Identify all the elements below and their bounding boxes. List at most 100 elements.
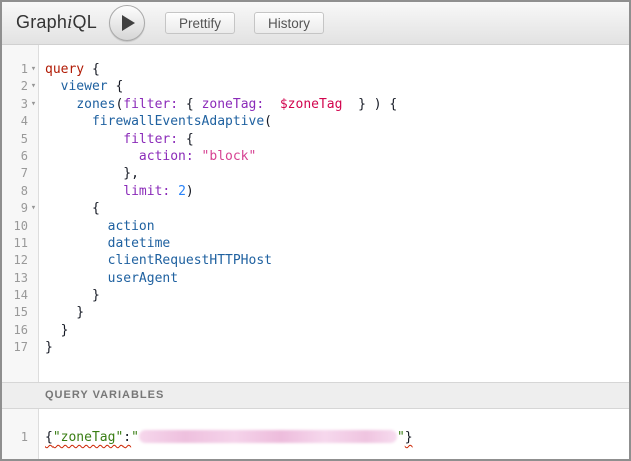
- code-line: 10 action: [2, 218, 629, 235]
- fold-gutter-empty: [28, 183, 39, 200]
- token-prop: viewer: [61, 79, 108, 94]
- code-text: limit: 2): [45, 183, 194, 200]
- code-line: 3▾ zones(filter: { zoneTag: $zoneTag } )…: [2, 96, 629, 113]
- fold-arrow-icon[interactable]: ▾: [28, 61, 39, 78]
- token-p: [45, 149, 139, 164]
- app-logo: GraphiQL: [16, 12, 97, 34]
- code-line: 17}: [2, 339, 629, 356]
- line-number: 9: [2, 200, 28, 217]
- token-p: }: [45, 323, 68, 338]
- variables-editor[interactable]: 1{"zoneTag":""}: [2, 409, 629, 459]
- token-p: [264, 97, 280, 112]
- logo-text-post: QL: [73, 12, 97, 32]
- code-line: 8 limit: 2): [2, 183, 629, 200]
- token-attr: action:: [139, 149, 194, 164]
- code-line: 16 }: [2, 322, 629, 339]
- fold-gutter-empty: [28, 270, 39, 287]
- query-code: 1▾query {2▾ viewer {3▾ zones(filter: { z…: [2, 61, 629, 357]
- token-p: :: [123, 430, 131, 445]
- token-str: "block": [202, 149, 257, 164]
- code-text: zones(filter: { zoneTag: $zoneTag } ) {: [45, 96, 397, 113]
- token-key: ": [131, 430, 139, 445]
- token-p: {: [45, 201, 100, 216]
- line-number: 12: [2, 252, 28, 269]
- token-p: [45, 97, 76, 112]
- line-number: 16: [2, 322, 28, 339]
- line-number: 8: [2, 183, 28, 200]
- code-line: 5 filter: {: [2, 131, 629, 148]
- code-text: firewallEventsAdaptive(: [45, 113, 272, 130]
- toolbar: GraphiQL Prettify History: [2, 2, 629, 45]
- line-number: 17: [2, 339, 28, 356]
- fold-gutter-empty: [28, 218, 39, 235]
- fold-gutter-empty: [28, 131, 39, 148]
- token-p: }: [405, 430, 413, 445]
- line-number: 3: [2, 96, 28, 113]
- history-button[interactable]: History: [254, 12, 324, 34]
- fold-gutter-empty: [28, 287, 39, 304]
- code-line: 12 clientRequestHTTPHost: [2, 252, 629, 269]
- token-num: 2: [178, 184, 186, 199]
- line-number: 11: [2, 235, 28, 252]
- token-var: $zoneTag: [280, 97, 343, 112]
- code-line: 9▾ {: [2, 200, 629, 217]
- logo-text-pre: Graph: [16, 12, 67, 32]
- token-p: (: [264, 114, 272, 129]
- token-kw: query: [45, 62, 84, 77]
- token-p: }: [45, 288, 100, 303]
- line-number: 5: [2, 131, 28, 148]
- token-prop: firewallEventsAdaptive: [92, 114, 264, 129]
- token-p: },: [45, 166, 139, 181]
- code-text: }: [45, 287, 100, 304]
- fold-gutter-empty: [28, 339, 39, 356]
- token-p: {: [178, 132, 194, 147]
- token-p: [45, 253, 108, 268]
- token-p: } ) {: [342, 97, 397, 112]
- token-prop: userAgent: [108, 271, 178, 286]
- token-prop: datetime: [108, 236, 171, 251]
- fold-arrow-icon[interactable]: ▾: [28, 96, 39, 113]
- line-number: 14: [2, 287, 28, 304]
- token-p: [45, 271, 108, 286]
- query-editor[interactable]: 1▾query {2▾ viewer {3▾ zones(filter: { z…: [2, 45, 629, 382]
- code-line: 2▾ viewer {: [2, 78, 629, 95]
- fold-gutter-empty: [28, 148, 39, 165]
- line-number: 2: [2, 78, 28, 95]
- code-line: 4 firewallEventsAdaptive(: [2, 113, 629, 130]
- code-line: 1{"zoneTag":""}: [2, 429, 629, 446]
- token-attr: filter:: [123, 97, 178, 112]
- line-number: 1: [2, 429, 28, 446]
- prettify-button[interactable]: Prettify: [165, 12, 235, 34]
- code-text: action: [45, 218, 155, 235]
- code-line: 14 }: [2, 287, 629, 304]
- code-text: query {: [45, 61, 100, 78]
- code-text: {"zoneTag":""}: [45, 429, 413, 446]
- line-number: 13: [2, 270, 28, 287]
- token-key: ": [397, 430, 405, 445]
- token-attr: zoneTag:: [202, 97, 265, 112]
- line-number: 1: [2, 61, 28, 78]
- query-variables-header[interactable]: Query Variables: [2, 382, 629, 409]
- token-key: "zoneTag": [53, 430, 123, 445]
- token-p: [170, 184, 178, 199]
- code-text: datetime: [45, 235, 170, 252]
- code-line: 13 userAgent: [2, 270, 629, 287]
- token-p: {: [84, 62, 100, 77]
- token-p: [45, 114, 92, 129]
- code-text: filter: {: [45, 131, 194, 148]
- code-text: viewer {: [45, 78, 123, 95]
- fold-arrow-icon[interactable]: ▾: [28, 200, 39, 217]
- code-text: action: "block": [45, 148, 256, 165]
- fold-arrow-icon[interactable]: ▾: [28, 78, 39, 95]
- variables-code: 1{"zoneTag":""}: [2, 429, 629, 446]
- fold-gutter-empty: [28, 322, 39, 339]
- token-p: }: [45, 340, 53, 355]
- fold-gutter-empty: [28, 113, 39, 130]
- token-p: [45, 236, 108, 251]
- token-p: [45, 219, 108, 234]
- token-p: [45, 79, 61, 94]
- token-p: ): [186, 184, 194, 199]
- execute-query-button[interactable]: [109, 5, 145, 41]
- token-p: [45, 184, 123, 199]
- code-text: userAgent: [45, 270, 178, 287]
